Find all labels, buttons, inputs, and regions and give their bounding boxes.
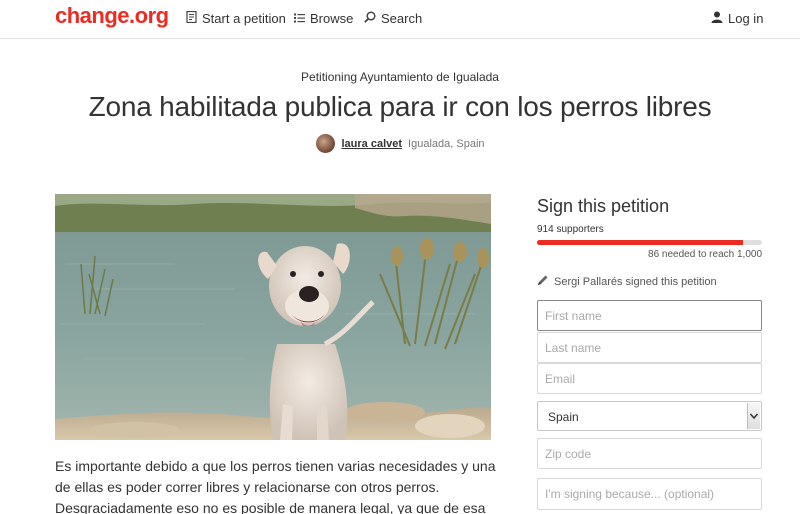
sign-petition-heading: Sign this petition xyxy=(537,196,670,216)
country-value: Spain xyxy=(548,410,579,424)
author-location: Igualada, Spain xyxy=(408,137,485,150)
petition-icon xyxy=(186,10,197,26)
search-label: Search xyxy=(381,11,423,26)
author-name-link[interactable]: laura calvet xyxy=(342,138,403,150)
last-name-field[interactable] xyxy=(537,332,762,363)
pen-icon xyxy=(537,274,549,289)
petition-target: Petitioning Ayuntamiento de Igualada xyxy=(301,70,499,84)
list-icon xyxy=(294,11,305,26)
user-icon xyxy=(711,11,723,26)
needed-count: 86 needed to reach 1,000 xyxy=(648,249,762,260)
browse-label: Browse xyxy=(310,11,354,26)
start-petition-label: Start a petition xyxy=(202,11,286,26)
petition-description: Es importante debido a que los perros ti… xyxy=(55,458,496,514)
petition-photo xyxy=(55,194,491,440)
email-field[interactable] xyxy=(537,363,762,394)
login-link[interactable]: Log in xyxy=(711,11,763,26)
supporters-progress-bar xyxy=(537,240,762,245)
avatar xyxy=(315,134,335,153)
recent-signer: Sergi Pallarés signed this petition xyxy=(537,274,717,289)
first-name-field[interactable] xyxy=(537,300,762,331)
start-petition-link[interactable]: Start a petition xyxy=(186,10,286,26)
progress-fill xyxy=(537,240,743,245)
login-label: Log in xyxy=(728,11,764,26)
top-navigation: change.org Start a petition Browse Searc… xyxy=(0,0,800,39)
country-select[interactable]: Spain xyxy=(537,401,762,431)
author-info: laura calvet Igualada, Spain xyxy=(0,134,800,153)
chevron-down-icon[interactable] xyxy=(747,403,760,429)
search-link[interactable]: Search xyxy=(364,11,422,26)
browse-link[interactable]: Browse xyxy=(294,11,353,26)
change-org-logo[interactable]: change.org xyxy=(55,3,169,29)
supporters-count: 914 supporters xyxy=(537,224,604,235)
recent-signer-text: Sergi Pallarés signed this petition xyxy=(554,275,717,288)
petition-title: Zona habilitada publica para ir con los … xyxy=(88,91,712,122)
reason-field[interactable] xyxy=(537,478,762,510)
search-icon xyxy=(364,11,376,26)
zip-code-field[interactable] xyxy=(537,438,762,469)
